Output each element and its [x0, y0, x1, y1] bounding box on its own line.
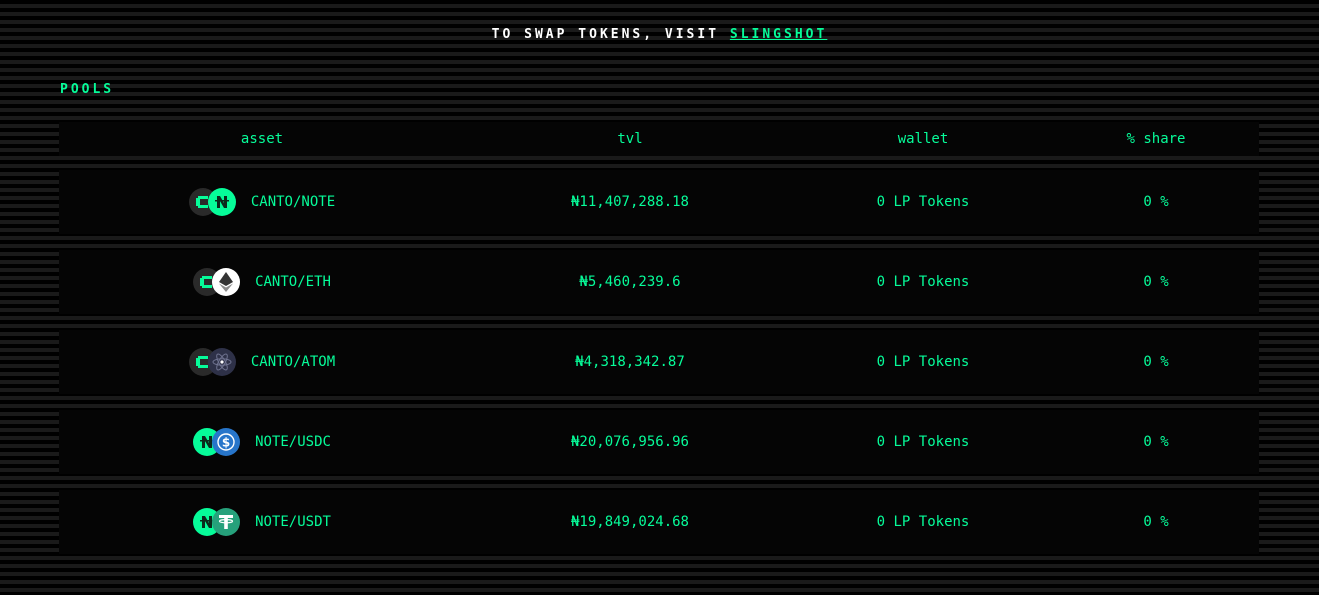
- slingshot-link[interactable]: SLINGSHOT: [730, 27, 827, 42]
- column-header-asset: asset: [240, 131, 284, 147]
- wallet-value: 0 LP Tokens: [876, 434, 970, 450]
- wallet-value: 0 LP Tokens: [876, 274, 970, 290]
- tvl-value: ₦5,460,239.6: [579, 274, 681, 290]
- share-value: 0 %: [1143, 434, 1169, 450]
- eth-icon: [212, 268, 241, 296]
- column-header-wallet: wallet: [897, 131, 949, 147]
- usdc-icon: $: [212, 428, 241, 456]
- asset-cell: CANTO/ETH: [59, 250, 465, 314]
- usdt-icon: [212, 508, 241, 536]
- asset-name: NOTE/USDT: [255, 514, 331, 530]
- asset-name: CANTO/ATOM: [250, 354, 336, 370]
- tvl-value: ₦11,407,288.18: [570, 194, 689, 210]
- swap-banner: TO SWAP TOKENS, VISIT SLINGSHOT: [0, 27, 1319, 42]
- asset-cell: CANTO/ATOM: [59, 330, 465, 394]
- column-header-share: % share: [1126, 131, 1186, 147]
- pool-row-note-usdc[interactable]: $ NOTE/USDC ₦20,076,956.96 0 LP Tokens 0…: [59, 410, 1259, 474]
- column-header-tvl: tvl: [617, 131, 643, 147]
- share-value: 0 %: [1143, 274, 1169, 290]
- share-value: 0 %: [1143, 354, 1169, 370]
- pair-icons: [193, 268, 243, 296]
- tvl-value: ₦19,849,024.68: [570, 514, 689, 530]
- pair-icons: [193, 508, 243, 536]
- table-header: asset tvl wallet % share: [59, 122, 1259, 156]
- wallet-value: 0 LP Tokens: [876, 354, 970, 370]
- share-value: 0 %: [1143, 514, 1169, 530]
- wallet-value: 0 LP Tokens: [876, 194, 970, 210]
- note-icon: [207, 188, 236, 216]
- share-value: 0 %: [1143, 194, 1169, 210]
- pair-icons: [188, 188, 239, 216]
- asset-name: NOTE/USDC: [255, 434, 331, 450]
- asset-name: CANTO/ETH: [255, 274, 331, 290]
- pair-icons: [188, 348, 239, 376]
- svg-text:$: $: [222, 436, 230, 450]
- pool-row-canto-eth[interactable]: CANTO/ETH ₦5,460,239.6 0 LP Tokens 0 %: [59, 250, 1259, 314]
- pair-icons: $: [193, 428, 243, 456]
- asset-cell: CANTO/NOTE: [59, 170, 465, 234]
- asset-cell: $ NOTE/USDC: [59, 410, 465, 474]
- pools-title: POOLS: [60, 82, 115, 97]
- wallet-value: 0 LP Tokens: [876, 514, 970, 530]
- pool-row-canto-atom[interactable]: CANTO/ATOM ₦4,318,342.87 0 LP Tokens 0 %: [59, 330, 1259, 394]
- swap-banner-text: TO SWAP TOKENS, VISIT: [491, 27, 720, 42]
- tvl-value: ₦4,318,342.87: [575, 354, 685, 370]
- atom-icon: [207, 348, 236, 376]
- tvl-value: ₦20,076,956.96: [570, 434, 689, 450]
- asset-name: CANTO/NOTE: [250, 194, 336, 210]
- pool-row-note-usdt[interactable]: NOTE/USDT ₦19,849,024.68 0 LP Tokens 0 %: [59, 490, 1259, 554]
- asset-cell: NOTE/USDT: [59, 490, 465, 554]
- pool-row-canto-note[interactable]: CANTO/NOTE ₦11,407,288.18 0 LP Tokens 0 …: [59, 170, 1259, 234]
